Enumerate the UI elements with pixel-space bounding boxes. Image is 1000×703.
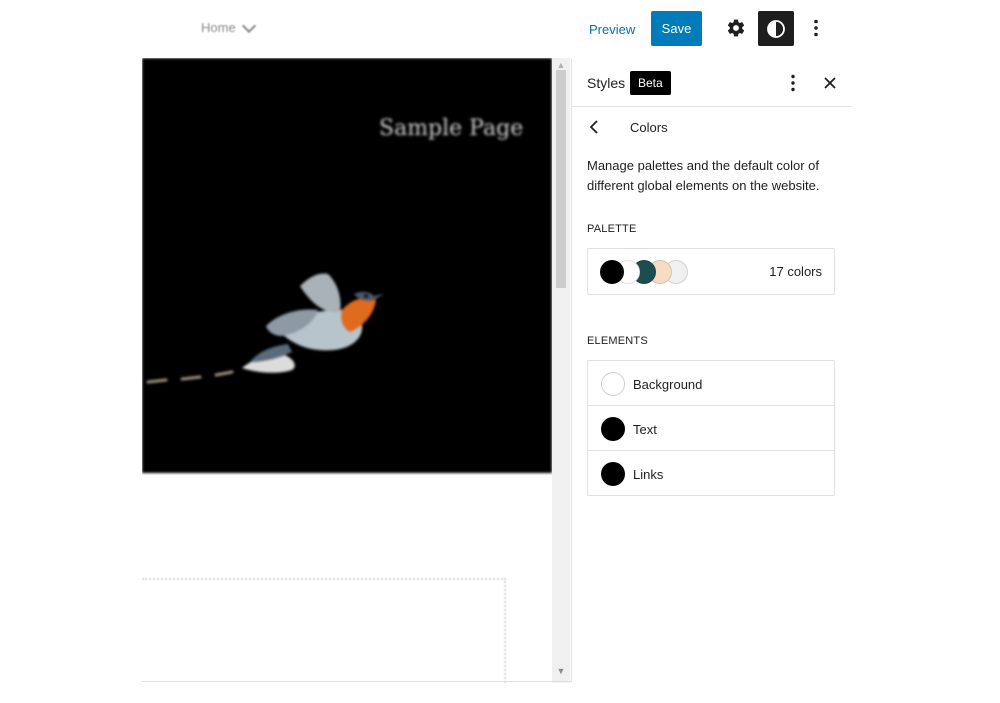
color-swatch: [601, 417, 625, 441]
elements-list: Background Text Links: [587, 360, 835, 496]
canvas-scrollbar[interactable]: ▲ ▼: [552, 58, 570, 683]
scroll-down-arrow-icon[interactable]: ▼: [556, 666, 566, 678]
close-icon: [824, 77, 836, 89]
gear-icon: [727, 19, 745, 37]
element-item-links[interactable]: Links: [588, 451, 834, 495]
vertical-ellipsis-icon: [791, 74, 795, 92]
palette-heading: PALETTE: [587, 223, 637, 235]
placeholder-block[interactable]: [142, 578, 506, 683]
editor-canvas[interactable]: Sample Page ▲ ▼: [142, 58, 570, 683]
preview-button[interactable]: Preview: [586, 18, 638, 42]
top-toolbar: Home Preview Save: [0, 0, 1000, 58]
element-item-background[interactable]: Background: [588, 361, 834, 406]
palette-button[interactable]: 17 colors: [587, 248, 835, 295]
close-sidebar-button[interactable]: [820, 72, 840, 94]
styles-toggle-button[interactable]: [758, 11, 794, 46]
hero-cover-block[interactable]: Sample Page: [142, 58, 552, 473]
vertical-ellipsis-icon: [814, 19, 818, 37]
panel-title: Colors: [630, 120, 668, 135]
chevron-down-icon: [241, 18, 256, 33]
back-button[interactable]: [584, 116, 604, 138]
sidebar-title: Styles: [587, 75, 626, 91]
color-swatch: [601, 372, 625, 396]
element-label: Text: [633, 422, 657, 437]
sidebar-header: Styles Beta: [572, 58, 851, 107]
settings-button[interactable]: [722, 13, 750, 43]
document-title-dropdown[interactable]: Home: [201, 18, 256, 35]
element-label: Links: [633, 467, 664, 482]
bird-illustration: [146, 273, 384, 384]
hero-text: Sample Page: [379, 116, 524, 141]
elements-heading: ELEMENTS: [587, 335, 648, 347]
panel-description: Manage palettes and the default color of…: [587, 158, 820, 193]
beta-badge: Beta: [630, 71, 671, 95]
document-title: Home: [201, 20, 236, 35]
palette-swatches: [600, 260, 688, 284]
scroll-thumb[interactable]: [556, 70, 566, 288]
element-item-text[interactable]: Text: [588, 406, 834, 451]
chevron-left-icon: [589, 120, 598, 134]
palette-swatch: [600, 260, 624, 284]
styles-sidebar: Styles Beta Colors Manage palettes and t…: [571, 58, 851, 682]
sidebar-options-button[interactable]: [784, 72, 802, 94]
save-button[interactable]: Save: [651, 11, 702, 46]
half-circle-contrast-icon: [767, 19, 785, 38]
color-swatch: [601, 462, 625, 486]
palette-count: 17 colors: [769, 264, 822, 279]
more-options-button[interactable]: [803, 13, 829, 43]
scroll-up-arrow-icon[interactable]: ▲: [556, 60, 566, 70]
element-label: Background: [633, 377, 703, 392]
